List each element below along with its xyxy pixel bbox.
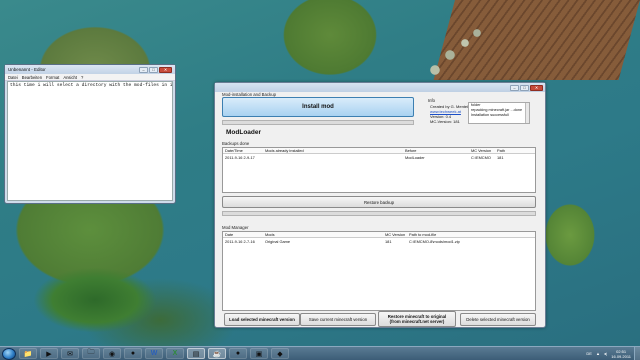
firefox-icon[interactable]: ● bbox=[124, 348, 142, 359]
notepad-titlebar[interactable]: Unbenannt - Editor – □ ✕ bbox=[5, 65, 175, 74]
notepad-task-icon[interactable]: ▤ bbox=[187, 348, 205, 359]
menu-format[interactable]: Format bbox=[46, 75, 59, 80]
mod-manager-table[interactable]: Date Mods MC Version Path to mod-file 20… bbox=[222, 231, 536, 311]
minimize-button[interactable]: – bbox=[510, 84, 519, 91]
info-mc-version: MC-Version: 181 bbox=[430, 119, 460, 124]
media-player-icon[interactable]: ▶ bbox=[40, 348, 58, 359]
backup-table[interactable]: Date/Time Mods already installed Before … bbox=[222, 147, 536, 193]
maximize-button[interactable]: □ bbox=[149, 66, 158, 73]
install-mod-button[interactable]: Install mod bbox=[222, 97, 414, 117]
log-scrollbar[interactable] bbox=[525, 103, 529, 123]
system-tray: DE ▲ ◂) 02:51 16.09.2011 bbox=[586, 349, 634, 359]
minimize-button[interactable]: – bbox=[139, 66, 148, 73]
log-line: Installation successfull bbox=[471, 113, 509, 117]
table-row[interactable]: 2011-9-16 2-7-16 Original Game 181 C:\EM… bbox=[223, 238, 535, 244]
menu-bearbeiten[interactable]: Bearbeiten bbox=[22, 75, 42, 80]
menu-ansicht[interactable]: Ansicht bbox=[63, 75, 77, 80]
explorer-icon[interactable]: 📁 bbox=[19, 348, 37, 359]
app-icon[interactable]: ▣ bbox=[250, 348, 268, 359]
col-header[interactable]: Path bbox=[495, 148, 525, 153]
table-cell: C:\EMCMO-8\mods\mod1.zip bbox=[409, 238, 460, 244]
mail-icon[interactable]: ✉ bbox=[61, 348, 79, 359]
clock[interactable]: 02:51 16.09.2011 bbox=[611, 349, 631, 359]
col-header[interactable]: Before bbox=[403, 148, 469, 153]
save-version-button[interactable]: Save current minecraft version bbox=[300, 313, 376, 326]
start-button[interactable] bbox=[2, 347, 16, 360]
delete-version-button[interactable]: Delete selected minecraft version bbox=[460, 313, 536, 326]
language-indicator[interactable]: DE bbox=[586, 351, 592, 356]
col-header[interactable]: Date bbox=[223, 232, 263, 237]
app-icon[interactable]: ◆ bbox=[271, 348, 289, 359]
col-header[interactable]: Mods already installed bbox=[263, 148, 403, 153]
mod-installer-titlebar[interactable]: – □ ✕ bbox=[215, 83, 545, 92]
wallpaper-palm bbox=[10, 255, 180, 345]
network-icon[interactable]: ▲ bbox=[596, 351, 600, 356]
restore-backup-button[interactable]: Restore backup bbox=[222, 196, 536, 208]
menu-help[interactable]: ? bbox=[81, 75, 83, 80]
notepad-menubar: Datei Bearbeiten Format Ansicht ? bbox=[5, 74, 175, 81]
manager-group-label: Mod Manager bbox=[222, 225, 249, 230]
java-task-icon[interactable]: ☕ bbox=[208, 348, 226, 359]
recorder-icon[interactable]: ● bbox=[229, 348, 247, 359]
col-header[interactable]: MC Version bbox=[383, 232, 407, 237]
folder-icon[interactable]: 🗀 bbox=[82, 348, 100, 359]
restore-progress-bar bbox=[222, 211, 536, 216]
install-progress-bar bbox=[222, 120, 414, 125]
show-desktop-button[interactable] bbox=[634, 346, 640, 360]
volume-icon[interactable]: ◂) bbox=[604, 351, 607, 356]
info-label: Info bbox=[428, 98, 435, 103]
mod-name-heading: ModLoader bbox=[226, 129, 262, 136]
col-header[interactable]: Path to mod-file bbox=[407, 232, 527, 237]
word-icon[interactable]: W bbox=[145, 348, 163, 359]
col-header[interactable]: MC Version bbox=[469, 148, 495, 153]
table-cell: 2011-9-16 2-9-17 bbox=[225, 154, 255, 160]
clock-date: 16.09.2011 bbox=[611, 353, 631, 359]
col-header[interactable]: Date/Time bbox=[223, 148, 263, 153]
excel-icon[interactable]: X bbox=[166, 348, 184, 359]
load-version-button[interactable]: Load selected minecraft version bbox=[224, 313, 300, 326]
restore-original-line2: (from minecraft.net server) bbox=[389, 319, 445, 324]
table-cell: 181 bbox=[497, 154, 504, 160]
close-button[interactable]: ✕ bbox=[159, 66, 172, 73]
maximize-button[interactable]: □ bbox=[520, 84, 529, 91]
notepad-text-area[interactable]: this time i will select a directory with… bbox=[7, 81, 173, 201]
backup-group-label: Backups done bbox=[222, 141, 250, 146]
restore-original-button[interactable]: Restore minecraft to original (from mine… bbox=[378, 311, 456, 327]
taskbar: 📁 ▶ ✉ 🗀 ◉ ● W X ▤ ☕ ● ▣ ◆ DE ▲ ◂) 02:51 … bbox=[0, 346, 640, 360]
wallpaper-stones bbox=[425, 25, 485, 85]
info-panel: Created by G. Mentek www.techweek.at Ver… bbox=[430, 104, 469, 124]
log-textbox[interactable]: folder repacking minecraft.jar ...done I… bbox=[468, 102, 530, 124]
notepad-window[interactable]: Unbenannt - Editor – □ ✕ Datei Bearbeite… bbox=[4, 64, 176, 204]
browser-icon[interactable]: ◉ bbox=[103, 348, 121, 359]
table-row[interactable]: 2011-9-16 2-9-17 ModLoader C:\EMCMO 181 bbox=[223, 154, 535, 160]
table-cell: ModLoader bbox=[405, 154, 425, 160]
notepad-title: Unbenannt - Editor bbox=[8, 67, 46, 72]
close-button[interactable]: ✕ bbox=[530, 84, 543, 91]
table-cell: 181 bbox=[385, 238, 392, 244]
col-header[interactable]: Mods bbox=[263, 232, 383, 237]
table-cell: C:\EMCMO bbox=[471, 154, 491, 160]
table-cell: Original Game bbox=[265, 238, 291, 244]
table-cell: 2011-9-16 2-7-16 bbox=[225, 238, 255, 244]
menu-datei[interactable]: Datei bbox=[8, 75, 18, 80]
